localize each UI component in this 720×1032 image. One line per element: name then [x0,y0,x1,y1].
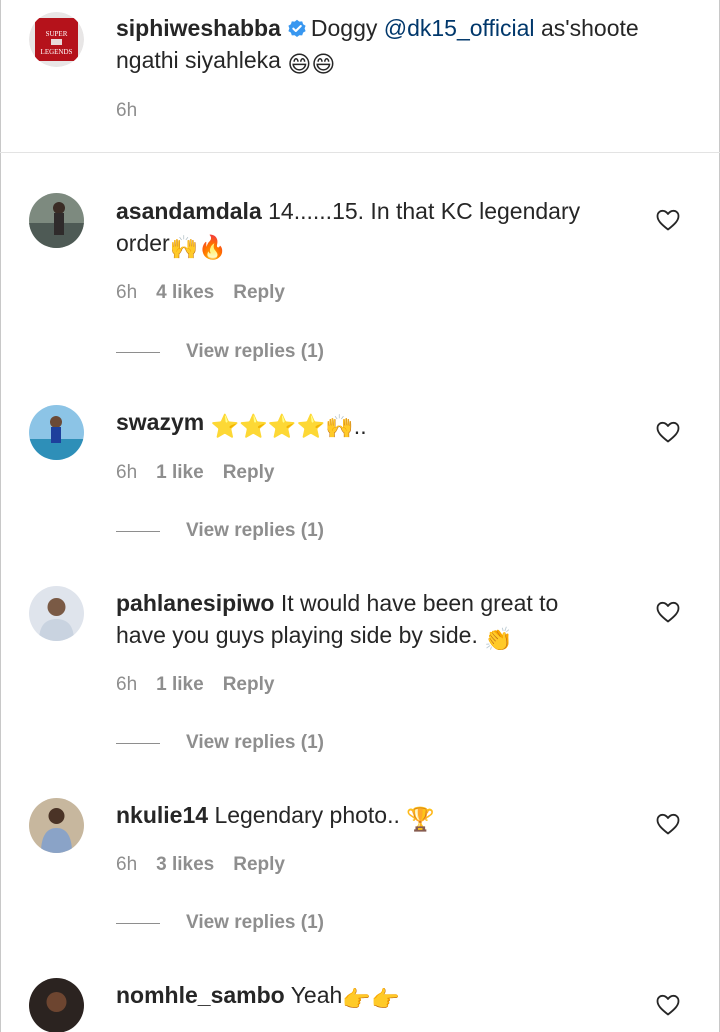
heart-outline-icon [656,813,680,835]
comment-text-pahlanesipiwo: pahlanesipiwo It would have been great t… [116,587,656,655]
comment-emoji: ⭐⭐⭐⭐🙌.. [210,413,367,439]
comment-body-line2: have you guys playing side by side. [116,622,478,648]
reply-button[interactable]: Reply [233,282,285,304]
comment-emoji: 🏆 [406,806,435,832]
caption-username[interactable]: siphiweshabba [116,15,281,41]
like-button-swazym[interactable] [656,421,680,443]
comment-avatar-nkulie14[interactable] [29,798,84,853]
comment-username[interactable]: asandamdala [116,198,262,224]
comment-time: 6h [116,854,138,875]
comment-likes[interactable]: 1 like [156,674,204,696]
comment-avatar-nomhle_sambo[interactable] [29,978,84,1032]
comment-likes[interactable]: 3 likes [156,854,214,876]
comment-username[interactable]: nkulie14 [116,802,208,828]
comment-emoji: 👉👉 [342,986,400,1012]
comment-time: 6h [116,282,138,303]
comment-avatar-pahlanesipiwo[interactable] [29,586,84,641]
caption-text-line2: ngathi siyahleka [116,47,281,73]
comment-text-nkulie14: nkulie14 Legendary photo.. 🏆 [116,799,656,835]
replies-divider [116,351,160,353]
comment-meta-asandamdala: 6h 4 likes Reply [116,282,285,304]
view-replies-pahlanesipiwo[interactable]: View replies (1) [116,732,324,754]
like-button-asandamdala[interactable] [656,209,680,231]
replies-divider [116,742,160,744]
caption-meta: 6h [116,100,137,122]
avatar-text-bottom: LEGENDS [41,48,73,56]
caption-emoji: 😄😄 [287,51,336,77]
comment-body-line2: order [116,230,170,256]
caption-text-after: as'shoote [540,15,639,41]
frame-border-left [0,0,1,1032]
heart-outline-icon [656,421,680,443]
heart-outline-icon [656,209,680,231]
comment-emoji: 👏 [484,626,513,652]
heart-outline-icon [656,994,680,1016]
reply-button[interactable]: Reply [233,854,285,876]
post-caption: SUPER LEGENDS siphiweshabba Doggy @dk15_… [0,0,720,153]
comment-username[interactable]: pahlanesipiwo [116,590,274,616]
comment-text-swazym: swazym ⭐⭐⭐⭐🙌.. [116,406,656,442]
reply-button[interactable]: Reply [223,462,275,484]
caption-text-before: Doggy [310,15,378,41]
view-replies-label[interactable]: View replies (1) [186,732,324,754]
view-replies-label[interactable]: View replies (1) [186,341,324,363]
comment-body: It would have been great to [280,590,559,616]
caption-time: 6h [116,100,138,121]
caption-avatar[interactable]: SUPER LEGENDS [29,12,84,67]
comment-emoji: 🙌🔥 [169,234,227,260]
comment-meta-pahlanesipiwo: 6h 1 like Reply [116,674,274,696]
comment-body: Yeah [290,982,343,1008]
view-replies-swazym[interactable]: View replies (1) [116,520,324,542]
like-button-pahlanesipiwo[interactable] [656,601,680,623]
caption-mention[interactable]: @dk15_official [384,15,535,41]
view-replies-asandamdala[interactable]: View replies (1) [116,341,324,363]
view-replies-label[interactable]: View replies (1) [186,520,324,542]
view-replies-label[interactable]: View replies (1) [186,912,324,934]
comment-meta-nkulie14: 6h 3 likes Reply [116,854,285,876]
replies-divider [116,922,160,924]
comment-username[interactable]: swazym [116,409,204,435]
like-button-nomhle_sambo[interactable] [656,994,680,1016]
comment-avatar-swazym[interactable] [29,405,84,460]
caption-text: siphiweshabba Doggy @dk15_official as'sh… [116,12,656,80]
replies-divider [116,530,160,532]
verified-badge-icon [288,19,306,37]
comment-body: Legendary photo.. [214,802,400,828]
like-button-nkulie14[interactable] [656,813,680,835]
comment-username[interactable]: nomhle_sambo [116,982,285,1008]
comment-meta-swazym: 6h 1 like Reply [116,462,274,484]
view-replies-nkulie14[interactable]: View replies (1) [116,912,324,934]
heart-outline-icon [656,601,680,623]
comment-likes[interactable]: 1 like [156,462,204,484]
comment-text-nomhle_sambo: nomhle_sambo Yeah👉👉 [116,979,656,1015]
comment-body: 14......15. In that KC legendary [268,198,581,224]
comment-time: 6h [116,462,138,483]
comment-text-asandamdala: asandamdala 14......15. In that KC legen… [116,195,656,263]
comment-avatar-asandamdala[interactable] [29,193,84,248]
avatar-text-top: SUPER [46,30,68,38]
reply-button[interactable]: Reply [223,674,275,696]
comment-likes[interactable]: 4 likes [156,282,214,304]
comment-time: 6h [116,674,138,695]
